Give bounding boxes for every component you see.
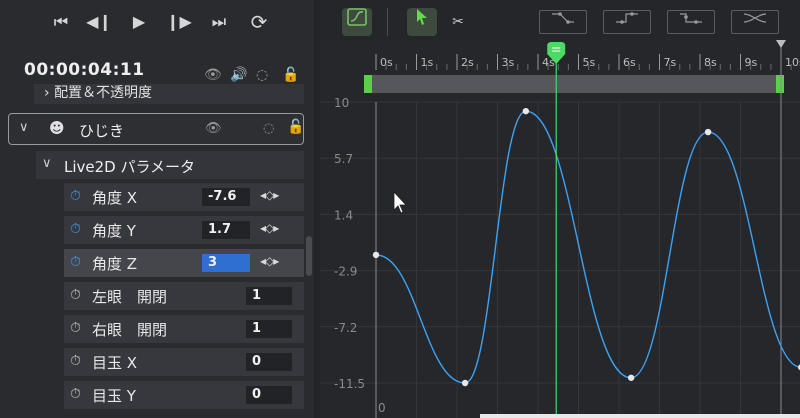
parameter-value-field[interactable]: -7.6	[202, 188, 250, 206]
graph-background	[320, 40, 800, 418]
parameter-value-field[interactable]: 1	[246, 287, 292, 305]
layer-group-label: ひじき	[79, 122, 125, 140]
parameter-name: 目玉 X	[92, 354, 138, 372]
work-area-end-handle[interactable]	[776, 75, 784, 93]
parameter-row[interactable]: ⏱ 角度 Y 1.7 ◂◇▸	[64, 216, 304, 244]
parameter-value-field[interactable]: 0	[246, 353, 292, 371]
layer-property-row[interactable]: › 配置＆不透明度	[34, 84, 304, 104]
value-axis-label: -2.9	[334, 265, 357, 279]
parameter-name: 角度 Z	[92, 255, 138, 273]
stopwatch-icon[interactable]: ⏱	[70, 320, 81, 336]
graph-mode-icon[interactable]	[342, 8, 372, 36]
parameter-name: 角度 X	[92, 189, 138, 207]
parameter-name: 角度 Y	[92, 222, 136, 240]
parameter-value-field[interactable]: 0	[246, 386, 292, 404]
scissors-icon[interactable]: ✂	[443, 8, 473, 36]
properties-panel: ⏮ ◀︎❙ ▶ ❙▶︎ ⏭ ⟳ 00:00:04:11 👁 🔊 ◌ 🔓 › 配置…	[0, 0, 314, 418]
step-back-icon[interactable]: ◀︎❙	[86, 10, 112, 34]
graph-start-label: 0	[378, 401, 386, 415]
keyframe-point[interactable]	[461, 379, 469, 387]
visibility-eye-icon[interactable]: 👁	[205, 121, 222, 136]
keyframe-point[interactable]	[704, 128, 712, 136]
parameter-row[interactable]: ⏱ 角度 Z 3 ◂◇▸	[64, 249, 304, 277]
live2d-parameter-group[interactable]: ∨ Live2D パラメータ	[36, 151, 304, 179]
keyframe-nav-icon[interactable]: ◂◇▸	[260, 221, 279, 235]
solo-circle-icon[interactable]: ◌	[256, 67, 268, 83]
chevron-right-icon: ›	[44, 85, 50, 101]
parameter-name: 左眼 開閉	[92, 288, 168, 306]
step-hold-icon[interactable]	[603, 10, 651, 34]
parameter-name: 右眼 開閉	[92, 321, 168, 339]
parameter-name: 目玉 Y	[92, 387, 136, 405]
play-icon[interactable]: ▶	[126, 10, 152, 34]
parameter-value-field[interactable]: 1	[246, 320, 292, 338]
stopwatch-icon[interactable]: ⏱	[70, 221, 81, 237]
stopwatch-icon[interactable]: ⏱	[70, 386, 81, 402]
step-before-icon[interactable]	[667, 10, 715, 34]
work-area-bar[interactable]	[364, 75, 784, 93]
ease-linear-icon[interactable]	[539, 10, 587, 34]
transport-bar: ⏮ ◀︎❙ ▶ ❙▶︎ ⏭ ⟳	[0, 0, 314, 44]
keyframe-nav-icon[interactable]: ◂◇▸	[260, 188, 279, 202]
value-axis-label: 5.7	[334, 152, 353, 166]
audio-speaker-icon[interactable]: 🔊	[230, 67, 247, 83]
chevron-down-icon[interactable]: ∨	[42, 156, 52, 171]
keyframe-point[interactable]	[522, 107, 530, 115]
parameter-row[interactable]: ⏱ 目玉 X 0	[64, 348, 304, 376]
parameter-group-label: Live2D パラメータ	[64, 158, 196, 176]
time-label: 10s	[785, 56, 800, 69]
horizontal-scrollbar[interactable]	[480, 414, 800, 418]
layer-property-label: 配置＆不透明度	[54, 85, 153, 101]
value-axis-label: -7.2	[334, 321, 357, 335]
loop-icon[interactable]: ⟳	[246, 10, 272, 34]
visibility-eye-icon[interactable]: 👁	[204, 67, 222, 83]
stopwatch-icon[interactable]: ⏱	[70, 254, 81, 270]
work-area-start-handle[interactable]	[364, 75, 372, 93]
keyframe-nav-icon[interactable]: ◂◇▸	[260, 254, 279, 268]
timecode-display: 00:00:04:11	[24, 60, 145, 80]
parameter-row[interactable]: ⏱ 左眼 開閉 1	[64, 282, 304, 310]
value-axis-label: 10	[334, 96, 349, 110]
animation-curve-graph[interactable]: 0s1s2s3s4s5s6s7s8s9s10s105.71.4-2.9-7.2-…	[320, 40, 800, 418]
stopwatch-icon[interactable]: ⏱	[70, 188, 81, 204]
graph-editor-panel: ✂ 0s1s2s3s4s5s6s7s8s9s10s105.71.4-2.9-7.…	[320, 0, 800, 418]
scrollbar[interactable]	[306, 236, 312, 276]
parameter-row[interactable]: ⏱ 右眼 開閉 1	[64, 315, 304, 343]
ease-bezier-icon[interactable]	[731, 10, 779, 34]
toolbar-separator	[387, 8, 388, 36]
value-axis-label: 1.4	[334, 208, 353, 222]
skip-to-end-icon[interactable]: ⏭	[206, 10, 232, 34]
lock-icon[interactable]: 🔓	[282, 67, 299, 83]
skip-to-start-icon[interactable]: ⏮	[48, 10, 74, 34]
parameter-row[interactable]: ⏱ 目玉 Y 0	[64, 381, 304, 409]
step-forward-icon[interactable]: ❙▶︎	[166, 10, 192, 34]
parameter-value-field[interactable]: 3	[202, 254, 250, 272]
lock-icon[interactable]: 🔓	[287, 119, 304, 135]
keyframe-point[interactable]	[627, 374, 635, 381]
graph-toolbar: ✂	[320, 0, 800, 44]
live2d-model-icon: ☻	[49, 119, 65, 137]
solo-circle-icon[interactable]: ◌	[263, 121, 274, 136]
stopwatch-icon[interactable]: ⏱	[70, 353, 81, 369]
layer-group-row[interactable]: ∨ ☻ ひじき 👁 ◌ 🔓	[8, 113, 304, 145]
parameter-value-field[interactable]: 1.7	[202, 221, 250, 239]
stopwatch-icon[interactable]: ⏱	[70, 287, 81, 303]
chevron-down-icon[interactable]: ∨	[19, 120, 29, 135]
parameter-row[interactable]: ⏱ 角度 X -7.6 ◂◇▸	[64, 183, 304, 211]
value-axis-label: -11.5	[334, 377, 365, 391]
keyframe-point[interactable]	[372, 251, 380, 259]
select-arrow-icon[interactable]	[407, 8, 437, 36]
